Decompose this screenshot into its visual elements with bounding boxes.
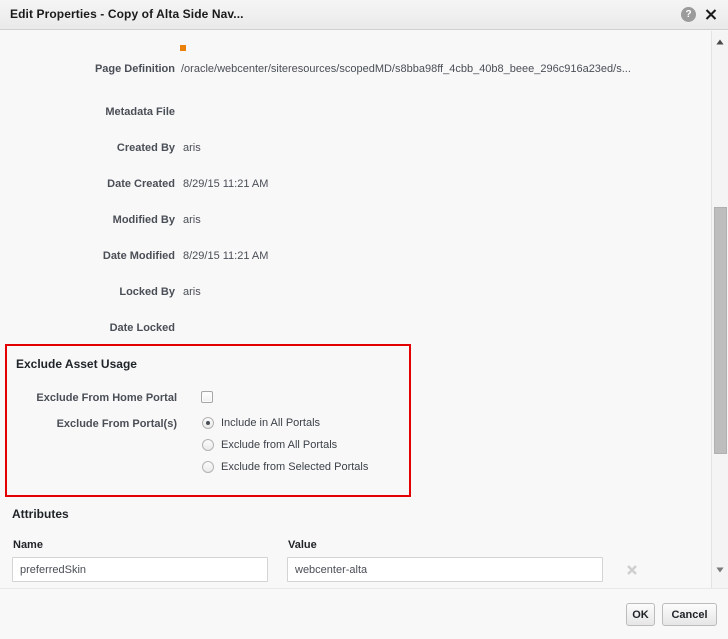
property-label: Date Locked (109, 322, 175, 334)
radio-label-include-in-all-portals[interactable]: Include in All Portals (221, 417, 320, 429)
label-exclude-from-home-portal: Exclude From Home Portal (36, 392, 177, 404)
property-value: 8/29/15 11:21 AM (183, 178, 269, 190)
attribute-name-input[interactable] (12, 557, 268, 582)
column-header-name: Name (13, 539, 43, 551)
delete-attribute-icon[interactable] (624, 562, 640, 578)
triangle-up-icon[interactable] (712, 34, 728, 50)
dialog-footer: OK Cancel (0, 588, 728, 639)
dialog-content: Page Definition /oracle/webcenter/sitere… (0, 31, 696, 588)
ok-button[interactable]: OK (626, 603, 655, 626)
property-label: Created By (116, 142, 175, 154)
property-row-modified-by: Modified By aris (0, 214, 696, 232)
required-field-marker (180, 45, 186, 51)
triangle-down-icon[interactable] (712, 562, 728, 578)
property-label: Page Definition (94, 63, 175, 75)
property-row-metadata-file: Metadata File (0, 106, 696, 124)
property-value: 8/29/15 11:21 AM (183, 250, 269, 262)
property-row-date-created: Date Created 8/29/15 11:21 AM (0, 178, 696, 196)
property-row-date-locked: Date Locked (0, 322, 696, 340)
radio-exclude-from-all-portals[interactable] (202, 439, 214, 451)
radio-exclude-from-selected-portals[interactable] (202, 461, 214, 473)
property-label: Date Created (107, 178, 175, 190)
column-header-value: Value (288, 539, 317, 551)
close-icon[interactable] (703, 5, 719, 23)
section-heading-attributes: Attributes (12, 507, 69, 521)
label-exclude-from-portals: Exclude From Portal(s) (56, 418, 177, 430)
property-row-locked-by: Locked By aris (0, 286, 696, 304)
property-value: aris (183, 142, 201, 154)
scrollbar-thumb[interactable] (714, 207, 727, 454)
property-label: Date Modified (102, 250, 175, 262)
help-circle-icon[interactable]: ? (681, 7, 696, 22)
cancel-button[interactable]: Cancel (662, 603, 717, 626)
property-value: /oracle/webcenter/siteresources/scopedMD… (181, 63, 631, 75)
dialog-titlebar: Edit Properties - Copy of Alta Side Nav.… (0, 0, 728, 30)
section-heading-exclude-asset-usage: Exclude Asset Usage (16, 357, 137, 371)
attribute-value-input[interactable] (287, 557, 603, 582)
property-label: Modified By (112, 214, 175, 226)
property-label: Metadata File (105, 106, 175, 118)
property-row-date-modified: Date Modified 8/29/15 11:21 AM (0, 250, 696, 268)
exclude-asset-usage-section: Exclude Asset Usage Exclude From Home Po… (5, 344, 411, 497)
vertical-scrollbar[interactable] (711, 31, 728, 588)
property-value: aris (183, 286, 201, 298)
radio-label-exclude-from-all-portals[interactable]: Exclude from All Portals (221, 439, 337, 451)
dialog-title: Edit Properties - Copy of Alta Side Nav.… (10, 7, 244, 21)
radio-include-in-all-portals[interactable] (202, 417, 214, 429)
checkbox-exclude-from-home-portal[interactable] (201, 391, 213, 403)
edit-properties-dialog: Edit Properties - Copy of Alta Side Nav.… (0, 0, 728, 639)
radio-label-exclude-from-selected-portals[interactable]: Exclude from Selected Portals (221, 461, 368, 473)
property-row-created-by: Created By aris (0, 142, 696, 160)
property-value: aris (183, 214, 201, 226)
property-label: Locked By (119, 286, 175, 298)
property-row-page-definition: Page Definition /oracle/webcenter/sitere… (0, 63, 696, 81)
